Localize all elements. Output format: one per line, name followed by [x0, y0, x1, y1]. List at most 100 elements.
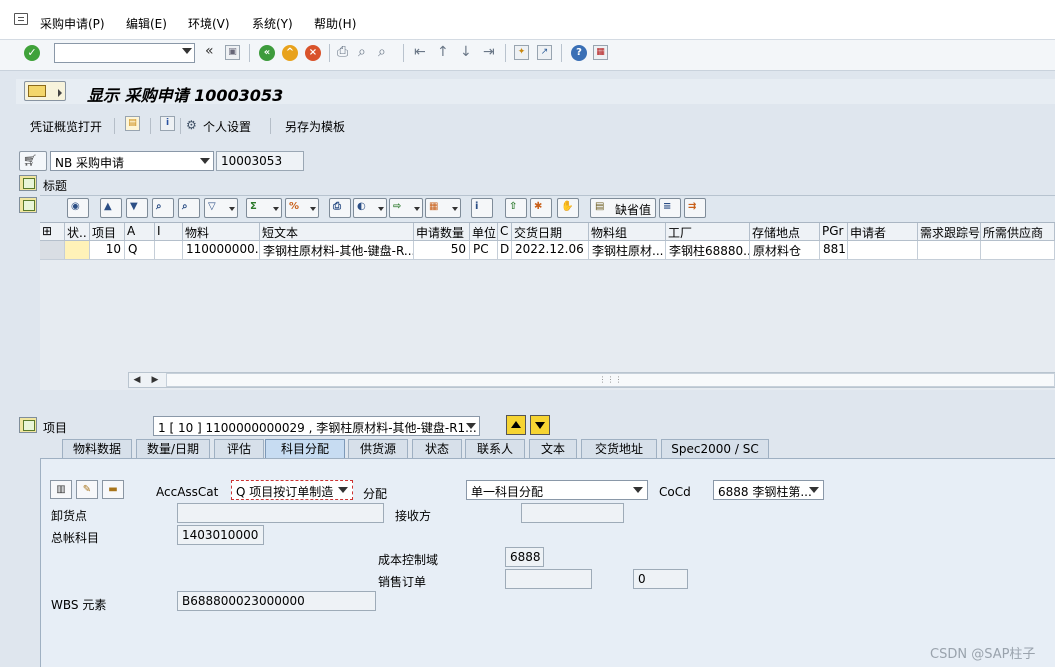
layout-button[interactable]: ▦ — [425, 198, 461, 218]
next-page-icon[interactable]: ↓ — [460, 44, 472, 60]
filter-button[interactable]: ▽ — [204, 198, 238, 218]
multiple-assignment-icon[interactable]: ▥ — [50, 480, 72, 499]
scrollbar-thumb[interactable]: ⋮⋮⋮ — [166, 373, 1055, 387]
column-header-item-cat[interactable]: I — [155, 223, 183, 241]
cell-plant[interactable]: 李钢柱68880... — [666, 241, 750, 260]
info-button[interactable]: i — [471, 198, 493, 218]
column-header-status[interactable]: 状.. — [65, 223, 90, 241]
layout-menu-icon[interactable]: ▦ — [593, 45, 608, 60]
save-icon[interactable]: ▣ — [225, 45, 240, 60]
cell-storage-location[interactable]: 原材料仓 — [750, 241, 820, 260]
help-icon[interactable]: ? — [571, 45, 587, 61]
back-icon[interactable]: « — [259, 45, 275, 61]
tab-delivery-address[interactable]: 交货地址 — [581, 439, 657, 459]
document-number-field[interactable]: 10003053 — [216, 151, 304, 171]
exit-icon[interactable]: ^ — [282, 45, 298, 61]
acc-ass-cat-select[interactable]: Q 项目按订单制造 — [231, 480, 353, 500]
column-header-requisitioner[interactable]: 申请者 — [848, 223, 918, 241]
transfer-button[interactable]: ⇉ — [684, 198, 706, 218]
print-button[interactable]: ⎙ — [329, 198, 351, 218]
hold-icon[interactable]: ▤ — [125, 116, 140, 131]
column-header-desired-vendor[interactable]: 所需供应商 — [981, 223, 1055, 241]
delete-icon[interactable]: ▬ — [102, 480, 124, 499]
default-values-button[interactable]: ▤ 缺省值 — [590, 198, 657, 218]
tab-status[interactable]: 状态 — [412, 439, 462, 459]
find-next-button[interactable]: ⌕ — [178, 198, 200, 218]
copy-button[interactable]: ⇧ — [505, 198, 527, 218]
tab-account-assignment[interactable]: 科目分配 — [265, 439, 345, 459]
tab-material-data[interactable]: 物料数据 — [62, 439, 132, 459]
column-header-material[interactable]: 物料 — [183, 223, 260, 241]
document-overview-button[interactable]: 凭证概览打开 — [30, 118, 102, 135]
tab-texts[interactable]: 文本 — [529, 439, 577, 459]
column-header-storage-location[interactable]: 存储地点 — [750, 223, 820, 241]
menu-purchase-req[interactable]: 采购申请(P) — [40, 15, 105, 32]
shortcut-icon[interactable]: ↗ — [537, 45, 552, 60]
details-button[interactable]: ◉ — [67, 198, 89, 218]
collapse-items-icon[interactable] — [19, 197, 37, 213]
check-icon[interactable]: ✓ — [24, 45, 40, 61]
tab-valuation[interactable]: 评估 — [214, 439, 264, 459]
tab-source-of-supply[interactable]: 供货源 — [348, 439, 408, 459]
cell-delivery-date[interactable]: 2022.12.06 — [512, 241, 589, 260]
sales-order-field[interactable] — [505, 569, 592, 589]
next-item-button[interactable] — [530, 415, 550, 435]
document-switch-button[interactable] — [24, 81, 66, 101]
sort-descending-button[interactable]: ▼ — [126, 198, 148, 218]
column-header-short-text[interactable]: 短文本 — [260, 223, 414, 241]
menu-system[interactable]: 系统(Y) — [252, 15, 293, 32]
subtotal-button[interactable]: % — [285, 198, 319, 218]
export-button[interactable]: ⇨ — [389, 198, 423, 218]
cancel-icon[interactable]: × — [305, 45, 321, 61]
gl-account-field[interactable]: 1403010000 — [177, 525, 264, 545]
wbs-element-field[interactable]: B688800023000000 — [177, 591, 376, 611]
find-button[interactable]: ⌕ — [152, 198, 174, 218]
shopping-cart-button[interactable]: 🛒︎ — [19, 151, 47, 171]
cell-quantity[interactable]: 50 — [414, 241, 470, 260]
expand-header-icon[interactable] — [19, 175, 37, 191]
sum-button[interactable]: Σ — [246, 198, 282, 218]
controlling-area-field[interactable]: 6888 — [505, 547, 544, 567]
column-header-unit[interactable]: 单位 — [470, 223, 498, 241]
sort-ascending-button[interactable]: ▲ — [100, 198, 122, 218]
cell-desired-vendor[interactable] — [981, 241, 1055, 260]
collapse-item-detail-icon[interactable] — [19, 417, 37, 433]
row-selector[interactable] — [40, 241, 65, 260]
tab-spec2000[interactable]: Spec2000 / SC — [661, 439, 769, 459]
cell-requisitioner[interactable] — [848, 241, 918, 260]
tab-quantity-date[interactable]: 数量/日期 — [136, 439, 210, 459]
text-button[interactable]: ≡ — [659, 198, 681, 218]
new-session-icon[interactable]: ✦ — [514, 45, 529, 60]
find-next-icon[interactable]: ⌕ — [378, 44, 386, 60]
column-header-quantity[interactable]: 申请数量 — [414, 223, 470, 241]
hold-item-button[interactable]: ✋ — [557, 198, 579, 218]
sales-order-item-field[interactable]: 0 — [633, 569, 688, 589]
column-header-pgr[interactable]: PGr — [820, 223, 848, 241]
scroll-right-icon[interactable]: ▶ — [148, 373, 162, 387]
document-type-select[interactable]: NB 采购申请 — [50, 151, 214, 171]
view-button[interactable]: ◐ — [353, 198, 387, 218]
cell-item-cat[interactable] — [155, 241, 183, 260]
column-header-item[interactable]: 项目 — [90, 223, 125, 241]
column-header-tracking-no[interactable]: 需求跟踪号 — [918, 223, 981, 241]
item-select[interactable]: 1 [ 10 ] 1100000000029 , 李钢柱原材料-其他-键盘-R1… — [153, 416, 480, 436]
column-header-plant[interactable]: 工厂 — [666, 223, 750, 241]
select-all-icon[interactable]: ⊞ — [40, 223, 65, 241]
recipient-field[interactable] — [521, 503, 624, 523]
cell-date-cat[interactable]: D — [498, 241, 512, 260]
cell-short-text[interactable]: 李钢柱原材料-其他-键盘-R... — [260, 241, 414, 260]
menu-environment[interactable]: 环境(V) — [188, 15, 230, 32]
unloading-point-field[interactable] — [177, 503, 384, 523]
back-nav-icon[interactable]: « — [205, 43, 214, 59]
column-header-material-group[interactable]: 物料组 — [589, 223, 666, 241]
last-page-icon[interactable]: ⇥ — [483, 44, 495, 60]
command-field[interactable] — [54, 43, 195, 63]
menu-edit[interactable]: 编辑(E) — [126, 15, 167, 32]
previous-item-button[interactable] — [506, 415, 526, 435]
find-icon[interactable]: ⌕ — [358, 44, 366, 60]
select-button[interactable]: ✱ — [530, 198, 552, 218]
tab-contact-person[interactable]: 联系人 — [465, 439, 525, 459]
first-page-icon[interactable]: ⇤ — [414, 44, 426, 60]
previous-page-icon[interactable]: ↑ — [437, 44, 449, 60]
cell-pgr[interactable]: 881 — [820, 241, 848, 260]
